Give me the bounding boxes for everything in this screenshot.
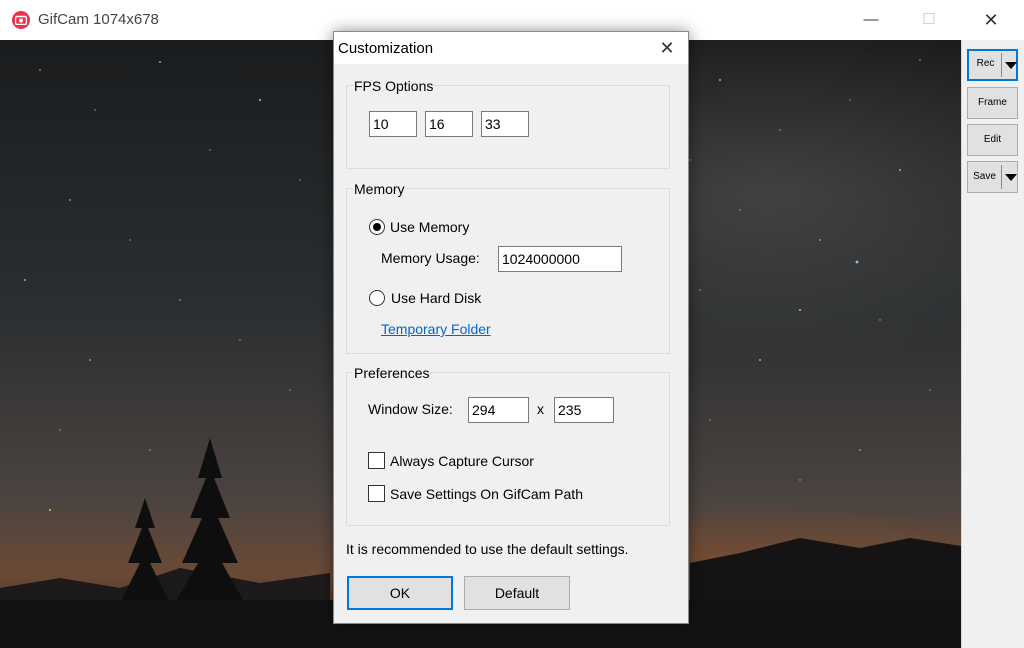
dialog-title: Customization [338, 40, 434, 57]
fps-options-label: FPS Options [353, 78, 435, 94]
default-button[interactable]: Default [464, 576, 570, 610]
toolbar-sidebar: Rec Frame Edit Save [961, 40, 1024, 648]
edit-button[interactable]: Edit [967, 124, 1018, 156]
record-label: Rec [976, 58, 995, 69]
use-hard-disk-radio[interactable] [369, 290, 385, 306]
save-label: Save [973, 171, 996, 182]
use-memory-radio[interactable] [369, 219, 385, 235]
memory-label: Memory [353, 181, 406, 197]
memory-usage-input[interactable]: 1024000000 [498, 246, 622, 272]
preferences-group: Preferences Window Size: 294 x 235 Alway… [346, 365, 670, 526]
window-title: GifCam 1074x678 [38, 11, 159, 28]
split-divider [1001, 53, 1002, 77]
use-hard-disk-label[interactable]: Use Hard Disk [391, 290, 481, 306]
record-dropdown-arrow-icon[interactable] [1005, 62, 1017, 69]
fps-input-2[interactable]: 16 [425, 111, 473, 137]
always-capture-cursor-label[interactable]: Always Capture Cursor [390, 453, 534, 469]
window-size-label: Window Size: [368, 401, 453, 417]
customization-dialog: Customization ✕ FPS Options 10 16 33 Mem… [333, 31, 689, 624]
dialog-close-button[interactable]: ✕ [652, 34, 682, 62]
size-separator: x [537, 401, 544, 417]
camera-icon [12, 11, 30, 29]
maximize-button[interactable]: ☐ [906, 0, 952, 40]
always-capture-cursor-checkbox[interactable] [368, 452, 385, 469]
minimize-button[interactable]: — [848, 0, 894, 40]
window-height-input[interactable]: 235 [554, 397, 614, 423]
preferences-label: Preferences [353, 365, 431, 381]
save-dropdown-arrow-icon[interactable] [1005, 174, 1017, 181]
recommendation-note: It is recommended to use the default set… [346, 541, 629, 557]
fps-input-1[interactable]: 10 [369, 111, 417, 137]
fps-options-group: FPS Options 10 16 33 [346, 78, 670, 169]
dialog-title-bar: Customization ✕ [334, 32, 688, 64]
temporary-folder-link[interactable]: Temporary Folder [381, 321, 491, 337]
window-close-button[interactable]: ✕ [968, 0, 1014, 40]
memory-usage-label: Memory Usage: [381, 250, 480, 266]
save-settings-label[interactable]: Save Settings On GifCam Path [390, 486, 583, 502]
use-memory-label[interactable]: Use Memory [390, 219, 469, 235]
record-button[interactable]: Rec [967, 49, 1018, 81]
save-settings-checkbox[interactable] [368, 485, 385, 502]
frame-button[interactable]: Frame [967, 87, 1018, 119]
fps-input-3[interactable]: 33 [481, 111, 529, 137]
split-divider [1001, 165, 1002, 189]
ok-button[interactable]: OK [347, 576, 453, 610]
memory-group: Memory Use Memory Memory Usage: 10240000… [346, 181, 670, 354]
save-button[interactable]: Save [967, 161, 1018, 193]
window-width-input[interactable]: 294 [468, 397, 529, 423]
